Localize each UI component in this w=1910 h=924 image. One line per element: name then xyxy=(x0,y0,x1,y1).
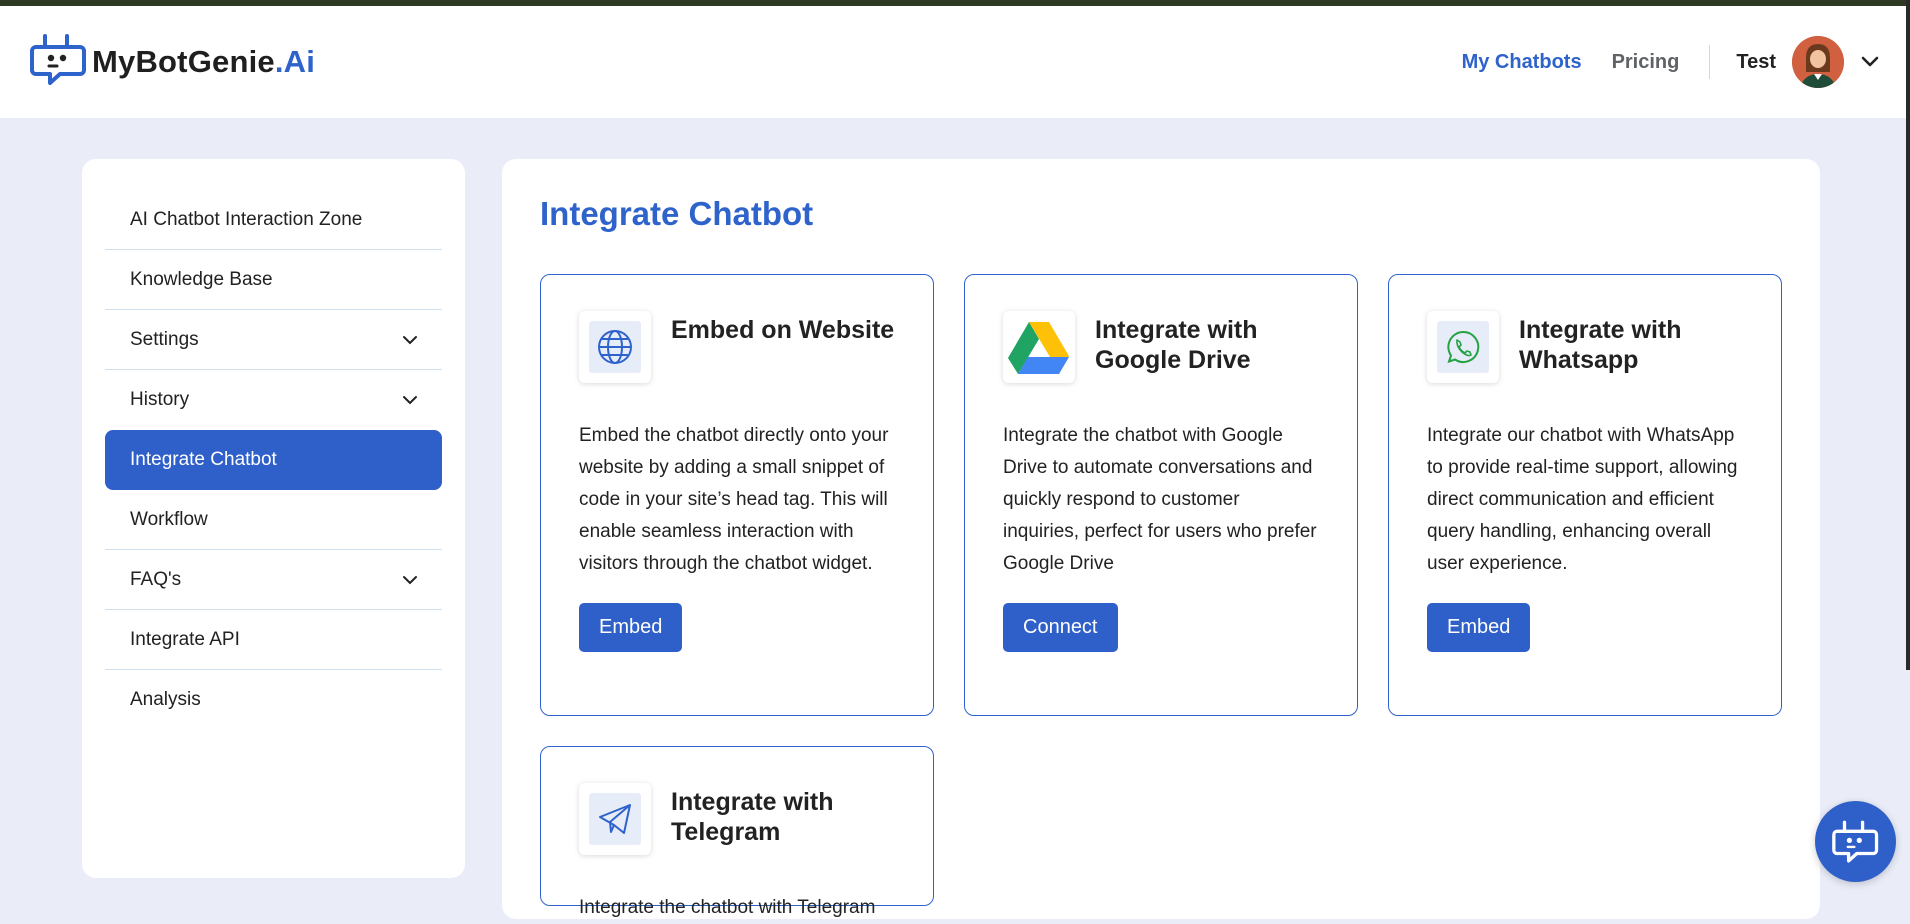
sidebar-item-history[interactable]: History xyxy=(105,370,442,430)
brand-name: MyBotGenie.Ai xyxy=(92,44,315,80)
sidebar-item-knowledge-base[interactable]: Knowledge Base xyxy=(105,250,442,310)
sidebar: AI Chatbot Interaction Zone Knowledge Ba… xyxy=(82,159,465,878)
nav-pricing[interactable]: Pricing xyxy=(1612,51,1680,74)
telegram-icon xyxy=(579,783,651,855)
sidebar-item-ai-chatbot-interaction-zone[interactable]: AI Chatbot Interaction Zone xyxy=(105,190,442,250)
google-drive-icon xyxy=(1003,311,1075,383)
chevron-down-icon xyxy=(402,569,418,591)
card-title: Integrate with Telegram xyxy=(671,788,834,846)
card-description: Integrate our chatbot with WhatsApp to p… xyxy=(1427,425,1738,574)
sidebar-item-label: AI Chatbot Interaction Zone xyxy=(130,208,363,230)
card-whatsapp: Integrate with Whatsapp Integrate our ch… xyxy=(1388,274,1782,716)
top-navbar: MyBotGenie.Ai My Chatbots Pricing Test xyxy=(0,6,1910,118)
chevron-down-icon[interactable] xyxy=(1860,52,1880,72)
brand-name-main: MyBotGenie xyxy=(92,44,275,79)
main-nav: My Chatbots Pricing Test xyxy=(1432,36,1880,88)
chatbot-launcher-icon[interactable] xyxy=(1815,801,1896,882)
card-title: Integrate with Whatsapp xyxy=(1519,316,1682,374)
sidebar-item-integrate-api[interactable]: Integrate API xyxy=(105,610,442,670)
connect-google-drive-button[interactable]: Connect xyxy=(1003,603,1118,652)
chevron-down-icon xyxy=(402,329,418,351)
main-content: Integrate Chatbot Embed on Website Embed… xyxy=(502,159,1820,919)
nav-my-chatbots[interactable]: My Chatbots xyxy=(1462,51,1582,74)
sidebar-item-label: Settings xyxy=(130,328,199,350)
sidebar-item-integrate-chatbot[interactable]: Integrate Chatbot xyxy=(105,430,442,490)
card-description: Embed the chatbot directly onto your web… xyxy=(579,425,889,574)
brand-logo[interactable]: MyBotGenie.Ai xyxy=(30,32,315,93)
card-google-drive: Integrate with Google Drive Integrate th… xyxy=(964,274,1358,716)
chevron-down-icon xyxy=(402,389,418,411)
sidebar-item-label: History xyxy=(130,389,190,410)
card-embed-website: Embed on Website Embed the chatbot direc… xyxy=(540,274,934,716)
user-name[interactable]: Test xyxy=(1736,51,1776,74)
robot-chat-icon xyxy=(30,32,88,93)
sidebar-item-label: FAQ's xyxy=(130,568,182,590)
card-title: Embed on Website xyxy=(671,316,895,344)
sidebar-item-settings[interactable]: Settings xyxy=(105,310,442,370)
card-telegram: Integrate with Telegram Integrate the ch… xyxy=(540,746,934,918)
integration-cards: Embed on Website Embed the chatbot direc… xyxy=(540,274,1782,918)
embed-website-button[interactable]: Embed xyxy=(579,603,683,652)
sidebar-item-label: Integrate API xyxy=(130,628,240,650)
card-description: Integrate the chatbot with Telegram xyxy=(579,897,876,918)
card-header: Integrate with Whatsapp xyxy=(1427,311,1743,383)
sidebar-item-analysis[interactable]: Analysis xyxy=(105,670,442,730)
card-header: Integrate with Telegram xyxy=(579,783,895,855)
sidebar-item-workflow[interactable]: Workflow xyxy=(105,490,442,550)
card-header: Integrate with Google Drive xyxy=(1003,311,1319,383)
card-title: Integrate with Google Drive xyxy=(1095,316,1258,374)
nav-divider xyxy=(1709,45,1711,79)
globe-icon xyxy=(579,311,651,383)
card-description: Integrate the chatbot with Google Drive … xyxy=(1003,425,1317,574)
page-scrollbar[interactable] xyxy=(1906,0,1910,670)
sidebar-item-faqs[interactable]: FAQ's xyxy=(105,550,442,610)
page-title: Integrate Chatbot xyxy=(540,195,814,232)
sidebar-item-label: Analysis xyxy=(130,689,201,710)
whatsapp-icon xyxy=(1427,311,1499,383)
brand-name-accent: .Ai xyxy=(274,44,316,79)
embed-whatsapp-button[interactable]: Embed xyxy=(1427,603,1531,652)
sidebar-item-label: Workflow xyxy=(130,508,208,530)
sidebar-item-label: Integrate Chatbot xyxy=(130,449,277,470)
user-avatar[interactable] xyxy=(1792,36,1844,88)
sidebar-item-label: Knowledge Base xyxy=(130,268,273,290)
card-header: Embed on Website xyxy=(579,311,895,383)
